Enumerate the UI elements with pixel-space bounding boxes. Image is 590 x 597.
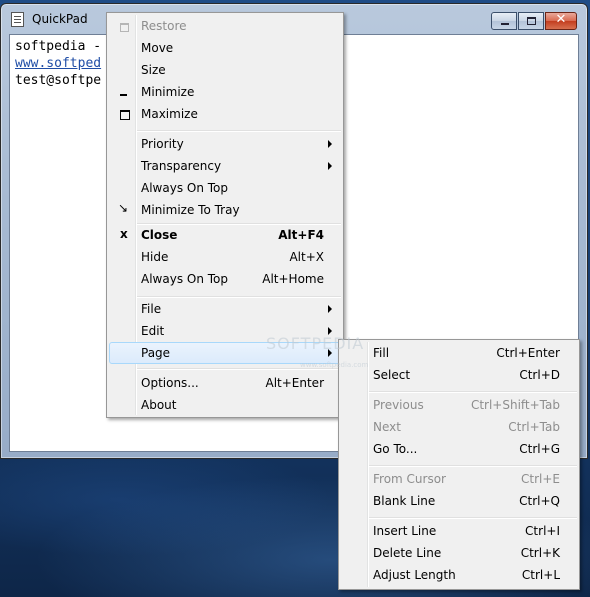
close-icon: ✕ [555, 12, 567, 27]
menu-separator [369, 391, 577, 392]
submenu-item-previous[interactable]: Previous Ctrl+Shift+Tab [341, 394, 577, 416]
page-submenu: Fill Ctrl+Enter Select Ctrl+D Previous C… [338, 339, 580, 590]
menu-item-close[interactable]: Close Alt+F4 [109, 224, 341, 246]
menu-separator [137, 368, 341, 369]
maximize-icon [527, 17, 536, 25]
menu-item-restore[interactable]: Restore [109, 15, 341, 37]
menu-item-hide[interactable]: Hide Alt+X [109, 246, 341, 268]
submenu-arrow-icon [328, 162, 332, 170]
window-title: QuickPad [32, 12, 88, 26]
submenu-item-delete-line[interactable]: Delete Line Ctrl+K [341, 542, 577, 564]
submenu-item-next[interactable]: Next Ctrl+Tab [341, 416, 577, 438]
menu-item-always-on-top-shortcut[interactable]: Always On Top Alt+Home [109, 268, 341, 290]
menu-item-page[interactable]: Page [109, 342, 341, 364]
menu-item-priority[interactable]: Priority [109, 133, 341, 155]
submenu-item-adjust-length[interactable]: Adjust Length Ctrl+L [341, 564, 577, 586]
menu-item-size[interactable]: Size [109, 59, 341, 81]
minimize-button[interactable] [491, 12, 517, 30]
menu-item-minimize-to-tray[interactable]: Minimize To Tray [109, 199, 341, 221]
system-menu: Restore Move Size Minimize Maximize Prio… [106, 12, 344, 418]
close-button[interactable]: ✕ [545, 12, 577, 30]
menu-separator [137, 130, 341, 131]
maximize-icon [117, 107, 131, 121]
minimize-icon [501, 23, 509, 25]
minimize-icon [117, 85, 131, 99]
menu-separator [137, 296, 341, 297]
submenu-item-from-cursor[interactable]: From Cursor Ctrl+E [341, 468, 577, 490]
submenu-item-insert-line[interactable]: Insert Line Ctrl+I [341, 520, 577, 542]
menu-item-options[interactable]: Options... Alt+Enter [109, 372, 341, 394]
notepad-icon[interactable] [11, 12, 24, 27]
menu-item-about[interactable]: About [109, 394, 341, 416]
editor-line: test@softpe [15, 73, 102, 88]
menu-item-file[interactable]: File [109, 298, 341, 320]
restore-icon [117, 19, 131, 33]
menu-item-edit[interactable]: Edit [109, 320, 341, 342]
menu-item-maximize[interactable]: Maximize [109, 103, 341, 125]
submenu-arrow-icon [328, 305, 332, 313]
menu-separator [369, 517, 577, 518]
submenu-item-select[interactable]: Select Ctrl+D [341, 364, 577, 386]
menu-item-always-on-top[interactable]: Always On Top [109, 177, 341, 199]
minimize-to-tray-icon [117, 201, 131, 217]
menu-item-move[interactable]: Move [109, 37, 341, 59]
menu-item-minimize[interactable]: Minimize [109, 81, 341, 103]
submenu-item-go-to[interactable]: Go To... Ctrl+G [341, 438, 577, 460]
editor-link-line[interactable]: www.softped [15, 55, 101, 72]
submenu-arrow-icon [328, 140, 332, 148]
menu-item-transparency[interactable]: Transparency [109, 155, 341, 177]
submenu-item-fill[interactable]: Fill Ctrl+Enter [341, 342, 577, 364]
menu-separator [369, 465, 577, 466]
maximize-button[interactable] [518, 12, 544, 30]
submenu-item-blank-line[interactable]: Blank Line Ctrl+Q [341, 490, 577, 512]
submenu-arrow-icon [328, 327, 332, 335]
editor-text[interactable]: softpedia - www.softped test@softpe [15, 38, 101, 89]
submenu-arrow-icon [328, 349, 332, 357]
editor-line: softpedia - [15, 39, 102, 54]
close-icon [117, 227, 131, 242]
